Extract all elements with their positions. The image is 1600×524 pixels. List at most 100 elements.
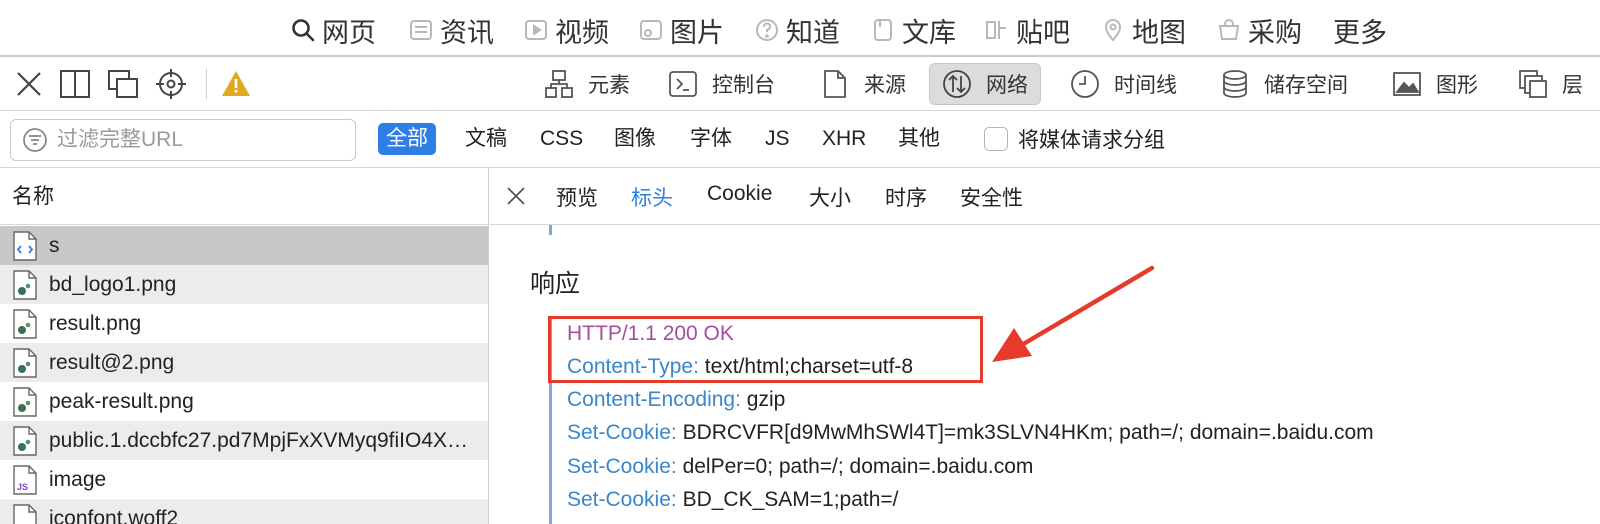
tab-console[interactable]: 控制台 [656, 63, 787, 105]
html-file-icon [13, 230, 37, 261]
tab-storage[interactable]: 储存空间 [1208, 63, 1360, 105]
filter-icon [21, 126, 49, 154]
tab-label: 储存空间 [1264, 74, 1348, 97]
header-value: BD_CK_SAM=1;path=/ [682, 488, 899, 511]
toolbar-divider [206, 69, 207, 99]
request-name: result.png [49, 311, 142, 335]
nav-item-tieba[interactable]: 贴吧 [984, 12, 1070, 48]
layers-icon [1518, 69, 1548, 99]
video-icon [523, 17, 549, 43]
request-row[interactable]: result.png [0, 304, 488, 343]
tab-security[interactable]: 安全性 [960, 182, 1023, 212]
graphics-icon [1392, 69, 1422, 99]
nav-item-label: 视频 [555, 17, 609, 48]
name-column-header[interactable]: 名称 [0, 168, 488, 225]
header-row: Set-Cookie: BDRCVFR[d9MwMhSWl4T]=mk3SLVN… [567, 421, 1374, 445]
nav-item-label: 更多 [1333, 17, 1387, 48]
tab-label: 时间线 [1114, 74, 1177, 97]
close-icon[interactable] [504, 184, 528, 208]
filter-field[interactable] [10, 119, 356, 161]
image-file-icon [13, 425, 37, 456]
header-key: Set-Cookie: [567, 488, 677, 511]
tab-size[interactable]: 大小 [809, 182, 851, 212]
nav-item-shopping[interactable]: 采购 [1216, 12, 1302, 48]
nav-item-images[interactable]: 图片 [638, 12, 724, 48]
tab-layers[interactable]: 层 [1506, 63, 1595, 105]
request-name: peak-result.png [49, 389, 194, 413]
map-icon [1100, 17, 1126, 43]
nav-item-wenku[interactable]: 文库 [870, 12, 956, 48]
tab-headers[interactable]: 标头 [631, 182, 673, 212]
header-key: Set-Cookie: [567, 421, 677, 444]
request-row[interactable]: iconfont.woff2 [0, 499, 488, 524]
doc-icon [870, 17, 896, 43]
request-row[interactable]: result@2.png [0, 343, 488, 382]
nav-item-more[interactable]: 更多 [1333, 12, 1387, 48]
crosshair-icon[interactable] [154, 67, 188, 101]
filter-type-other[interactable]: 其他 [890, 123, 948, 155]
request-name: result@2.png [49, 350, 175, 374]
filter-type-js[interactable]: JS [757, 123, 798, 155]
nav-item-web[interactable]: 网页 [290, 12, 376, 48]
tab-cookie[interactable]: Cookie [707, 182, 772, 206]
tab-preview[interactable]: 预览 [556, 182, 598, 212]
request-row[interactable]: peak-result.png [0, 382, 488, 421]
filter-type-xhr[interactable]: XHR [814, 123, 874, 155]
js-file-icon: JS [13, 464, 37, 495]
tab-label: 来源 [864, 74, 906, 97]
filter-type-images[interactable]: 图像 [606, 123, 664, 155]
split-view-icon[interactable] [58, 67, 92, 101]
nav-item-label: 网页 [322, 17, 376, 48]
tab-timing[interactable]: 时序 [885, 182, 927, 212]
console-icon [668, 69, 698, 99]
shopping-icon [1216, 17, 1242, 43]
warning-icon[interactable] [219, 67, 253, 101]
nav-item-label: 资讯 [440, 17, 494, 48]
tab-label: 网络 [986, 74, 1028, 97]
nav-item-video[interactable]: 视频 [523, 12, 609, 48]
request-name: bd_logo1.png [49, 272, 177, 296]
image-file-icon [13, 347, 37, 378]
annotation-arrow [992, 265, 1155, 362]
header-key: Set-Cookie: [567, 455, 677, 478]
header-value: gzip [746, 388, 786, 411]
request-row[interactable]: bd_logo1.png [0, 265, 488, 304]
tab-graphics[interactable]: 图形 [1380, 63, 1490, 105]
request-name: image [49, 467, 107, 491]
group-media-checkbox[interactable] [984, 127, 1008, 151]
nav-item-label: 采购 [1248, 17, 1302, 48]
filter-type-fonts[interactable]: 字体 [682, 123, 740, 155]
request-row[interactable]: public.1.dccbfc27.pd7MpjFxXVMyq9fiIO4Xk8… [0, 421, 488, 460]
request-row[interactable]: JS image [0, 460, 488, 499]
nav-item-label: 文库 [902, 17, 956, 48]
network-icon [942, 69, 972, 99]
tieba-icon [984, 17, 1010, 43]
annotation-highlight-box [548, 316, 983, 383]
elements-icon [544, 69, 574, 99]
nav-item-zhidao[interactable]: 知道 [754, 12, 840, 48]
group-media-label: 将媒体请求分组 [1018, 129, 1165, 152]
tab-sources[interactable]: 来源 [808, 63, 918, 105]
filter-url-input[interactable] [57, 128, 347, 152]
request-list: 名称 s bd_logo1.png result.png result@2.pn… [0, 168, 489, 524]
request-row-selected[interactable]: s [0, 226, 488, 265]
filter-type-all[interactable]: 全部 [378, 123, 436, 155]
filter-type-documents[interactable]: 文稿 [457, 123, 515, 155]
tab-timeline[interactable]: 时间线 [1058, 63, 1189, 105]
undock-icon[interactable] [106, 67, 140, 101]
close-icon[interactable] [12, 67, 46, 101]
header-row: Set-Cookie: BD_CK_SAM=1;path=/ [567, 488, 899, 512]
svg-text:JS: JS [17, 482, 28, 492]
request-name: iconfont.woff2 [49, 506, 179, 524]
nav-item-map[interactable]: 地图 [1100, 12, 1186, 48]
tab-network[interactable]: 网络 [929, 63, 1041, 105]
search-category-nav: 网页 资讯 视频 图片 知道 文库 贴吧 地图 采购 更多 [0, 0, 1600, 57]
filter-type-css[interactable]: CSS [532, 123, 591, 155]
tab-elements[interactable]: 元素 [532, 63, 642, 105]
sources-icon [820, 69, 850, 99]
image-icon [638, 17, 664, 43]
nav-item-news[interactable]: 资讯 [408, 12, 494, 48]
section-border [549, 225, 552, 235]
image-file-icon [13, 308, 37, 339]
tab-label: 元素 [588, 74, 630, 97]
